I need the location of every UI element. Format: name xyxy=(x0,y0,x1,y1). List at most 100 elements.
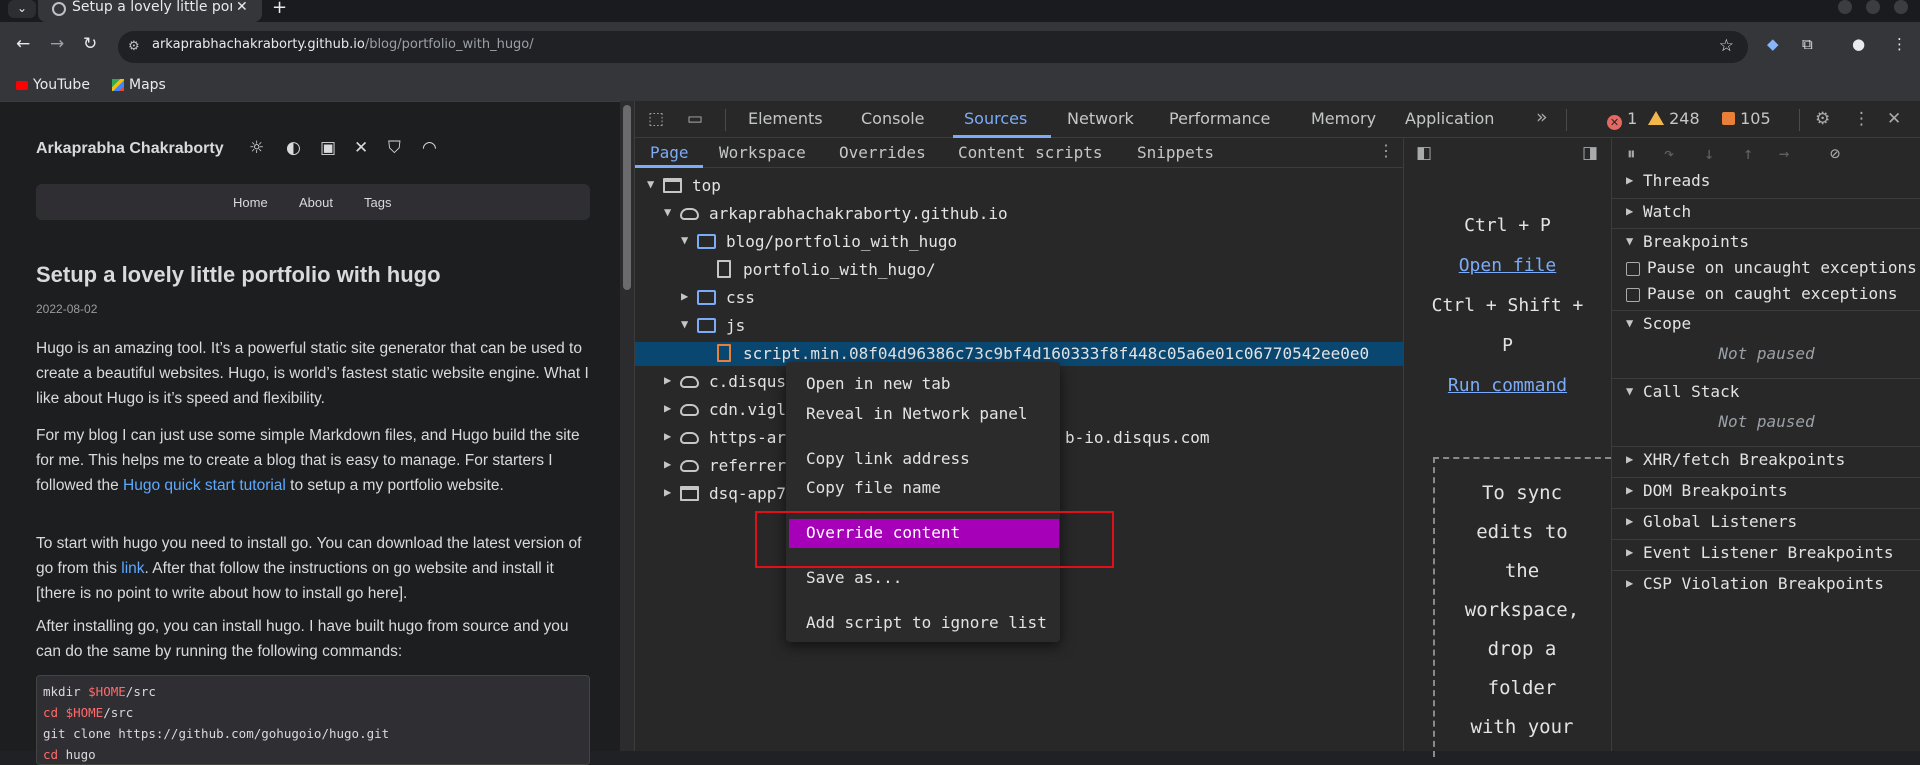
pause-icon[interactable]: ⏸ xyxy=(1627,144,1636,164)
profile-icon[interactable]: ● xyxy=(1852,35,1865,53)
settings-gear-icon[interactable]: ⚙ xyxy=(1815,109,1830,129)
window-minimize-icon[interactable] xyxy=(1838,0,1852,14)
nav-tab-page[interactable]: Page xyxy=(650,143,689,162)
devtools-menu-kebab-icon[interactable]: ⋮ xyxy=(1853,109,1870,129)
section-csp-breakpoints[interactable]: ▶ CSP Violation Breakpoints xyxy=(1612,570,1920,597)
device-toolbar-icon[interactable]: ▭ xyxy=(687,109,703,129)
step-out-icon[interactable]: ↑ xyxy=(1743,144,1753,164)
deactivate-breakpoints-icon[interactable]: ⊘ xyxy=(1830,144,1840,164)
close-devtools-icon[interactable]: ✕ xyxy=(1887,109,1901,129)
gitlab-icon[interactable]: ⛉ xyxy=(388,138,401,158)
open-file-shortcut: Ctrl + P xyxy=(1464,215,1551,236)
site-author[interactable]: Arkaprabha Chakraborty xyxy=(36,140,224,158)
linkedin-icon[interactable]: ▣ xyxy=(320,138,336,158)
tree-item-blog-file[interactable]: portfolio_with_hugo/ xyxy=(635,258,1403,282)
section-xhr-breakpoints[interactable]: ▶ XHR/fetch Breakpoints xyxy=(1612,446,1920,473)
theme-toggle-sun-icon[interactable]: ☼ xyxy=(249,138,264,158)
tab-memory[interactable]: Memory xyxy=(1311,109,1376,128)
issues-counter[interactable]: 105 xyxy=(1722,109,1771,128)
step-over-icon[interactable]: ↷ xyxy=(1664,144,1674,164)
error-counter[interactable]: ✕ 1 xyxy=(1607,109,1637,130)
menu-item-reveal-network[interactable]: Reveal in Network panel xyxy=(786,400,1060,429)
section-scope[interactable]: ▼ Scope xyxy=(1612,310,1920,337)
tab-close-icon[interactable]: ✕ xyxy=(236,0,248,15)
nav-tab-content-scripts[interactable]: Content scripts xyxy=(958,143,1103,162)
menu-item-save-as[interactable]: Save as... xyxy=(786,564,1060,593)
code-line: git clone https://github.com/gohugoio/hu… xyxy=(43,726,390,741)
menu-item-ignore-list[interactable]: Add script to ignore list xyxy=(786,609,1060,638)
nav-tab-overrides[interactable]: Overrides xyxy=(839,143,926,162)
tab-console[interactable]: Console xyxy=(861,109,925,128)
menu-item-copy-link[interactable]: Copy link address xyxy=(786,445,1060,474)
bookmark-youtube[interactable]: YouTube xyxy=(16,77,90,93)
extension-icon[interactable]: ◆ xyxy=(1767,35,1779,53)
rss-icon[interactable]: ◠ xyxy=(422,138,437,158)
window-maximize-icon[interactable] xyxy=(1866,0,1880,14)
open-file-link[interactable]: Open file xyxy=(1404,255,1611,276)
section-global-listeners[interactable]: ▶ Global Listeners xyxy=(1612,508,1920,535)
section-event-listener-breakpoints[interactable]: ▶ Event Listener Breakpoints xyxy=(1612,539,1920,566)
reload-icon[interactable]: ↻ xyxy=(83,34,97,54)
toggle-debugger-icon[interactable]: ◨ xyxy=(1582,143,1598,163)
tree-item-blog-folder[interactable]: ▼ blog/portfolio_with_hugo xyxy=(635,230,1403,254)
document-icon xyxy=(717,260,731,278)
nav-more-kebab-icon[interactable]: ⋮ xyxy=(1378,141,1394,160)
page-scrollbar[interactable] xyxy=(620,101,634,751)
menu-item-copy-file-name[interactable]: Copy file name xyxy=(786,474,1060,503)
new-tab-icon[interactable]: + xyxy=(272,0,287,18)
menu-item-open-new-tab[interactable]: Open in new tab xyxy=(786,370,1060,399)
toggle-navigator-icon[interactable]: ◧ xyxy=(1416,143,1432,163)
extensions-puzzle-icon[interactable]: ⧉ xyxy=(1802,35,1813,53)
menu-about[interactable]: About xyxy=(299,195,333,210)
section-threads[interactable]: ▶ Threads xyxy=(1612,168,1920,195)
step-into-icon[interactable]: ↓ xyxy=(1704,144,1714,164)
address-bar[interactable]: ⚙ arkaprabhachakraborty.github.io/blog/p… xyxy=(118,31,1748,63)
pause-caught-checkbox[interactable]: Pause on caught exceptions xyxy=(1612,282,1920,307)
site-info-icon[interactable]: ⚙ xyxy=(128,39,144,55)
section-dom-breakpoints[interactable]: ▶ DOM Breakpoints xyxy=(1612,477,1920,504)
forward-icon[interactable]: → xyxy=(50,34,64,54)
bookmark-maps[interactable]: Maps xyxy=(112,77,166,93)
highlight-annotation-box xyxy=(755,511,1114,568)
scrollbar-thumb[interactable] xyxy=(623,105,631,290)
tab-application[interactable]: Application xyxy=(1405,109,1494,128)
folder-icon xyxy=(697,318,716,333)
expanded-arrow-icon: ▼ xyxy=(1626,384,1634,398)
more-tabs-chevron-icon[interactable]: » xyxy=(1536,106,1548,128)
tree-item-css[interactable]: ▶ css xyxy=(635,286,1403,310)
tree-item-top[interactable]: ▼ top xyxy=(635,174,1403,198)
menu-kebab-icon[interactable]: ⋮ xyxy=(1892,35,1907,53)
tree-item-origin[interactable]: ▼ arkaprabhachakraborty.github.io xyxy=(635,202,1403,226)
tree-item-js[interactable]: ▼ js xyxy=(635,314,1403,338)
bookmark-star-icon[interactable]: ☆ xyxy=(1719,36,1734,56)
back-icon[interactable]: ← xyxy=(16,34,30,54)
section-breakpoints[interactable]: ▼ Breakpoints xyxy=(1612,228,1920,255)
tab-performance[interactable]: Performance xyxy=(1169,109,1270,128)
tab-search-chevron-icon[interactable]: ⌄ xyxy=(8,0,36,18)
window-close-icon[interactable] xyxy=(1894,0,1908,14)
go-download-link[interactable]: link xyxy=(121,560,144,577)
nav-tab-workspace[interactable]: Workspace xyxy=(719,143,806,162)
browser-tab[interactable]: Setup a lovely little portfolio with hug… xyxy=(38,0,262,22)
menu-tags[interactable]: Tags xyxy=(364,195,391,210)
url-text[interactable]: arkaprabhachakraborty.github.io/blog/por… xyxy=(152,37,534,52)
tab-elements[interactable]: Elements xyxy=(748,109,823,128)
warning-counter[interactable]: 248 xyxy=(1648,109,1700,128)
github-icon[interactable]: ◐ xyxy=(286,138,301,158)
code-var: $HOME xyxy=(88,684,126,699)
run-command-link[interactable]: Run command xyxy=(1404,375,1611,396)
hugo-tutorial-link[interactable]: Hugo quick start tutorial xyxy=(123,477,286,494)
nav-tab-snippets[interactable]: Snippets xyxy=(1137,143,1214,162)
tab-sources[interactable]: Sources xyxy=(964,109,1027,128)
inspect-element-icon[interactable]: ⬚ xyxy=(648,109,664,129)
section-watch[interactable]: ▶ Watch xyxy=(1612,198,1920,225)
section-call-stack[interactable]: ▼ Call Stack xyxy=(1612,378,1920,405)
code-block: mkdir $HOME/src cd $HOME/src git clone h… xyxy=(36,675,590,765)
x-twitter-icon[interactable]: ✕ xyxy=(354,138,368,158)
step-icon[interactable]: → xyxy=(1779,144,1789,164)
menu-home[interactable]: Home xyxy=(233,195,268,210)
tab-title: Setup a lovely little portfolio with hug… xyxy=(72,0,232,15)
frame-icon xyxy=(680,486,699,501)
pause-uncaught-checkbox[interactable]: Pause on uncaught exceptions xyxy=(1612,256,1920,281)
tab-network[interactable]: Network xyxy=(1067,109,1134,128)
